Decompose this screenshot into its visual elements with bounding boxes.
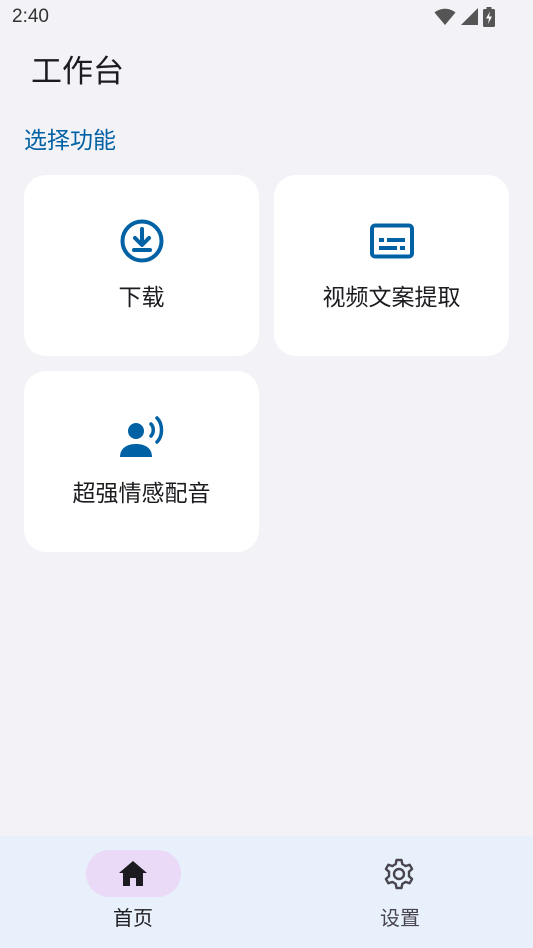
voice-person-icon: [118, 413, 166, 461]
download-circle-icon: [118, 217, 166, 265]
emotional-dubbing-card-label: 超强情感配音: [72, 481, 211, 507]
download-card-label: 下载: [118, 285, 165, 311]
video-text-extract-card[interactable]: 视频文案提取: [274, 175, 509, 356]
status-bar: 2:40: [0, 0, 533, 36]
nav-item-home[interactable]: 首页: [0, 836, 266, 948]
status-time: 2:40: [12, 6, 49, 27]
emotional-dubbing-card[interactable]: 超强情感配音: [24, 371, 259, 552]
nav-item-home-label: 首页: [113, 906, 153, 930]
video-text-extract-card-label: 视频文案提取: [322, 285, 461, 311]
signal-icon: [460, 8, 479, 26]
status-icons: [434, 7, 495, 27]
bottom-navigation: 首页 设置: [0, 836, 533, 948]
section-label: 选择功能: [24, 128, 116, 154]
nav-item-settings-label: 设置: [380, 906, 420, 930]
nav-item-settings[interactable]: 设置: [267, 836, 533, 948]
battery-charging-icon: [483, 7, 495, 27]
wifi-icon: [434, 8, 456, 26]
page-title: 工作台: [31, 54, 124, 90]
home-icon: [117, 858, 149, 890]
subtitles-icon: [368, 217, 416, 265]
download-card[interactable]: 下载: [24, 175, 259, 356]
gear-icon: [383, 858, 415, 890]
